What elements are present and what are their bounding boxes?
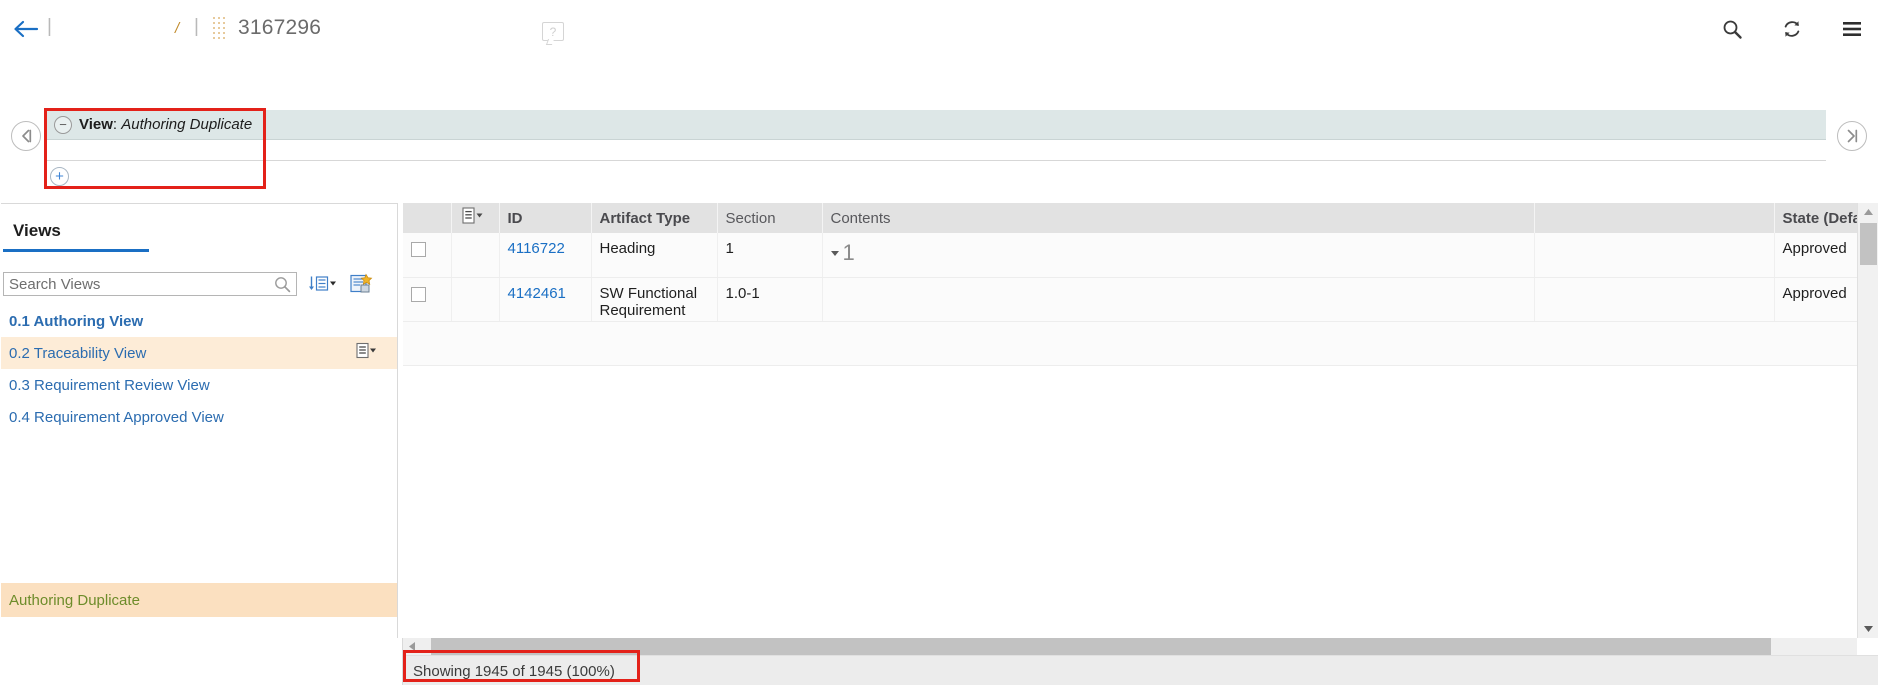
table-vertical-scrollbar[interactable] — [1857, 203, 1878, 638]
view-item-label: 0.2 Traceability View — [9, 344, 147, 362]
column-header-section[interactable]: Section — [717, 203, 823, 233]
add-filter-glyph: + — [55, 167, 64, 185]
column-header-select-all[interactable] — [403, 203, 452, 233]
view-collapse-glyph: − — [59, 117, 67, 132]
view-bar: − View: Authoring Duplicate + — [46, 110, 1826, 191]
table-empty-filler — [403, 321, 1878, 366]
search-input[interactable] — [4, 273, 296, 295]
table-header-row: ID Artifact Type Section Contents State … — [403, 203, 1878, 233]
view-add-row: + — [46, 161, 1826, 191]
contents-heading-number: 1 — [830, 240, 1526, 266]
view-bar-prefix: View — [79, 116, 113, 133]
row-contents-cell: 1 — [822, 233, 1535, 278]
row-artifact-type-cell: SW Functional Requirement — [591, 277, 718, 322]
menu-icon[interactable] — [1840, 17, 1864, 41]
main-toolbar: Create Apply — [0, 57, 1878, 154]
view-bar-label: View: Authoring Duplicate — [79, 116, 252, 133]
search-views-box[interactable] — [3, 272, 297, 296]
row-checkbox-cell — [403, 233, 452, 278]
row-contents-cell — [822, 277, 1535, 322]
scroll-down-icon[interactable] — [1858, 620, 1878, 638]
artifact-id-link[interactable]: 4142461 — [508, 285, 566, 302]
row-checkbox[interactable] — [411, 286, 426, 302]
view-item-label: 0.3 Requirement Review View — [9, 376, 210, 394]
row-section-cell: 1 — [717, 233, 823, 278]
expand-triangle-icon[interactable] — [830, 250, 839, 256]
artifacts-table: ID Artifact Type Section Contents State … — [403, 203, 1878, 366]
row-artifact-type-cell: Heading — [591, 233, 718, 278]
view-item-label: 0.1 Authoring View — [9, 312, 144, 330]
view-list-item-2[interactable]: 0.3 Requirement Review View — [1, 369, 397, 401]
add-filter-icon[interactable]: + — [50, 166, 69, 186]
row-checkbox-cell — [403, 277, 452, 322]
vertical-scroll-thumb[interactable] — [1860, 223, 1877, 265]
sidebar-bottom-filler — [0, 638, 403, 685]
view-filter-row[interactable] — [46, 140, 1826, 161]
view-bar-colon: : — [112, 116, 118, 133]
column-header-artifact-icon[interactable] — [451, 203, 500, 233]
column-header-artifact-type[interactable]: Artifact Type — [591, 203, 718, 233]
horizontal-scroll-thumb[interactable] — [431, 638, 1771, 655]
search-icon[interactable] — [1720, 17, 1744, 41]
back-arrow-icon[interactable] — [12, 18, 40, 40]
table-empty-space — [403, 321, 1878, 366]
views-search-row — [3, 272, 397, 296]
column-header-contents[interactable]: Contents — [822, 203, 1535, 233]
table-row[interactable]: 4116722 Heading 1 1 Approved — [403, 233, 1878, 278]
current-view-row[interactable]: Authoring Duplicate — [1, 583, 397, 617]
go-to-first-button[interactable] — [11, 121, 41, 151]
refresh-icon[interactable] — [1780, 17, 1804, 41]
scroll-up-icon[interactable] — [1858, 203, 1878, 221]
row-section-cell: 1.0-1 — [717, 277, 823, 322]
view-bar-header: − View: Authoring Duplicate — [46, 110, 1826, 140]
view-list-item-1[interactable]: 0.2 Traceability View — [1, 337, 397, 369]
view-list-item-3[interactable]: 0.4 Requirement Approved View — [1, 401, 397, 433]
status-text: Showing 1945 of 1945 (100%) — [413, 663, 615, 680]
view-item-label: 0.4 Requirement Approved View — [9, 408, 224, 426]
help-icon-glyph: ? — [549, 24, 557, 39]
views-panel-title: Views — [13, 221, 61, 240]
view-item-menu-icon[interactable] — [355, 342, 377, 364]
views-list: 0.1 Authoring View 0.2 Traceability View… — [1, 305, 397, 617]
top-bar-actions — [1720, 17, 1864, 41]
go-to-last-button[interactable] — [1837, 121, 1867, 151]
search-icon[interactable] — [274, 276, 291, 298]
views-sidebar: Views Search Views 0.1 Authoring View 0.… — [1, 203, 398, 685]
column-header-id[interactable]: ID — [499, 203, 592, 233]
breadcrumb-divider-1: | — [47, 16, 52, 37]
status-bar: Showing 1945 of 1945 (100%) — [403, 655, 1878, 685]
row-blank-cell — [1534, 277, 1775, 322]
artifacts-table-container: ID Artifact Type Section Contents State … — [403, 203, 1878, 638]
table-row[interactable]: 4142461 SW Functional Requirement 1.0-1 … — [403, 277, 1878, 322]
new-view-icon[interactable] — [349, 273, 373, 295]
application-window: | / | 3167296 ? − View: Authoring Duplic… — [0, 0, 1878, 685]
views-list-spacer — [1, 433, 397, 583]
row-id-cell: 4116722 — [499, 233, 592, 278]
current-view-label: Authoring Duplicate — [9, 591, 140, 609]
help-icon[interactable]: ? — [542, 22, 564, 41]
breadcrumb-divider-2: | — [194, 16, 199, 37]
view-bar-name: Authoring Duplicate — [121, 116, 253, 133]
breadcrumb-separator: / — [175, 20, 180, 37]
view-collapse-icon[interactable]: − — [54, 115, 72, 134]
row-icon-cell — [451, 277, 500, 322]
sort-icon[interactable] — [308, 274, 338, 294]
column-header-blank[interactable] — [1534, 203, 1775, 233]
tab-active-underline — [3, 249, 149, 252]
scroll-left-icon[interactable] — [403, 638, 421, 655]
table-horizontal-scrollbar[interactable] — [403, 638, 1857, 655]
row-id-cell: 4142461 — [499, 277, 592, 322]
view-list-item-0[interactable]: 0.1 Authoring View — [1, 305, 397, 337]
drag-handle-icon[interactable] — [213, 17, 225, 41]
row-icon-cell — [451, 233, 500, 278]
row-blank-cell — [1534, 233, 1775, 278]
artifact-id-link[interactable]: 4116722 — [508, 240, 565, 257]
row-checkbox[interactable] — [411, 242, 426, 257]
top-bar: | / | 3167296 ? — [0, 0, 1878, 57]
contents-value: 1 — [842, 240, 855, 265]
document-id: 3167296 — [238, 16, 322, 39]
